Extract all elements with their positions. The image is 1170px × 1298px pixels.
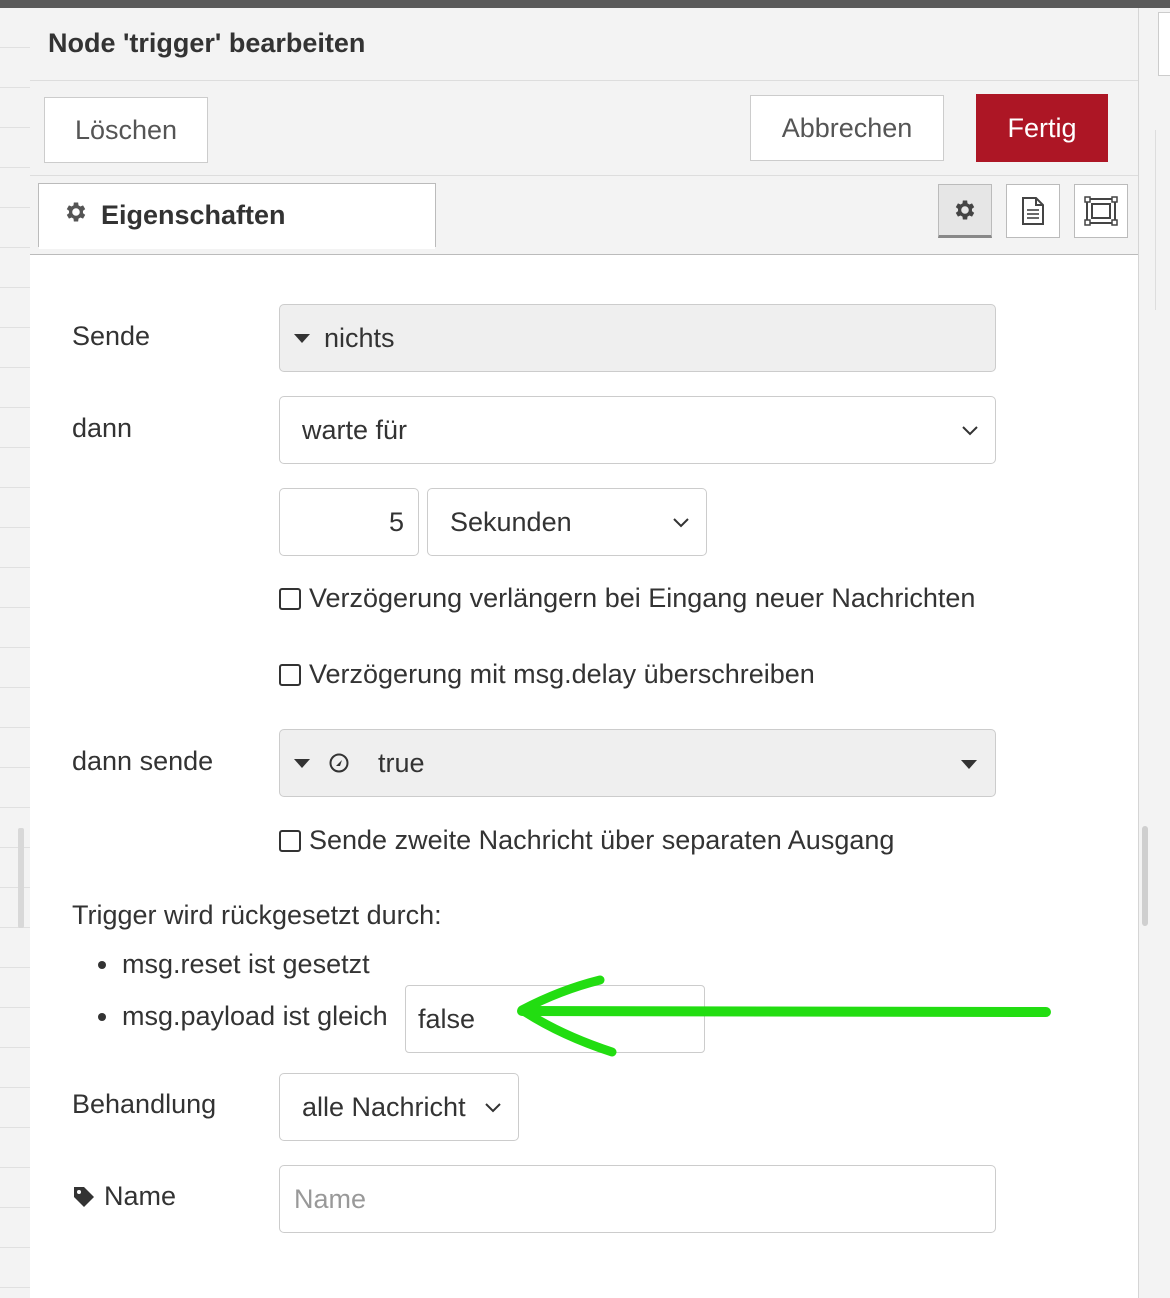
bullet: [98, 1012, 106, 1021]
extend-delay-option: Verzögerung verlängern bei Eingang neuer…: [279, 583, 975, 614]
caret-down-icon: [294, 758, 310, 768]
handling-label: Behandlung: [72, 1089, 217, 1119]
reset-heading: Trigger wird rückgesetzt durch:: [72, 900, 442, 930]
tag-icon: [74, 1186, 94, 1207]
sidebar-divider: [1155, 130, 1156, 310]
duration-unit-select[interactable]: Sekunden: [427, 488, 707, 556]
description-tab-button[interactable]: [1006, 184, 1060, 238]
window-top-bar: [0, 0, 1170, 8]
gear-icon: [63, 199, 89, 232]
send-value: nichts: [324, 322, 395, 353]
send-label: Sende: [72, 321, 151, 351]
override-delay-option: Verzögerung mit msg.delay überschreiben: [279, 659, 815, 690]
caret-down-icon: [961, 760, 977, 769]
sidebar-scrollbar[interactable]: [1142, 826, 1148, 926]
delete-button[interactable]: Löschen: [44, 97, 208, 163]
caret-down-icon: [294, 333, 310, 343]
then-select[interactable]: warte für: [279, 396, 996, 464]
done-button[interactable]: Fertig: [976, 94, 1108, 162]
reset-payload-value: false: [418, 1003, 476, 1034]
chevron-down-icon: [484, 1099, 502, 1115]
dialog-title: Node 'trigger' bearbeiten: [48, 28, 366, 58]
document-icon: [1022, 197, 1044, 225]
handling-value: alle Nachricht: [302, 1091, 466, 1122]
chevron-down-icon: [962, 426, 978, 436]
duration-unit-value: Sekunden: [450, 506, 572, 537]
dialog-toolbar: Löschen Abbrechen Fertig: [30, 81, 1138, 176]
name-label: Name: [104, 1181, 177, 1211]
resize-handle[interactable]: [18, 828, 24, 928]
override-delay-label: Verzögerung mit msg.delay überschreiben: [309, 659, 815, 689]
tab-label: Eigenschaften: [101, 200, 286, 230]
cancel-button[interactable]: Abbrechen: [750, 95, 944, 161]
workspace-left-edge: [0, 8, 31, 1298]
settings-tab-button[interactable]: [938, 184, 992, 238]
bullet: [98, 960, 106, 969]
then-send-value: true: [378, 747, 425, 778]
then-label: dann: [72, 413, 133, 443]
properties-form: Sende nichts dann warte für 5 Sekunden V…: [30, 255, 1138, 1298]
then-send-typed-input[interactable]: true: [279, 729, 996, 797]
gear-icon: [955, 200, 975, 220]
duration-input[interactable]: 5: [279, 488, 419, 556]
dialog-header: Node 'trigger' bearbeiten: [30, 8, 1138, 81]
list-item: msg.reset ist gesetzt: [98, 949, 370, 980]
chevron-down-icon: [673, 518, 689, 528]
sidebar-tab[interactable]: [1158, 12, 1170, 76]
reset-item-label: msg.payload ist gleich: [122, 1001, 388, 1031]
handling-select[interactable]: alle Nachricht: [279, 1073, 519, 1141]
dialog-tabs: Eigenschaften: [30, 176, 1138, 255]
boolean-icon: [329, 753, 349, 773]
duration-value: 5: [388, 506, 404, 537]
reset-payload-input[interactable]: false: [405, 985, 705, 1053]
appearance-tab-button[interactable]: [1074, 184, 1128, 238]
then-value: warte für: [302, 414, 408, 445]
layout-icon: [1084, 196, 1118, 226]
second-output-checkbox[interactable]: [279, 829, 301, 852]
reset-item-label: msg.reset ist gesetzt: [122, 949, 370, 979]
name-input[interactable]: Name: [279, 1165, 996, 1233]
sidebar-right-edge: [1138, 8, 1170, 1298]
send-select[interactable]: nichts: [279, 304, 996, 372]
tab-properties[interactable]: Eigenschaften: [38, 183, 436, 249]
name-label-group: Name: [72, 1181, 176, 1212]
second-output-option: Sende zweite Nachricht über separaten Au…: [279, 825, 894, 856]
extend-delay-label: Verzögerung verlängern bei Eingang neuer…: [309, 583, 976, 613]
override-delay-checkbox[interactable]: [279, 663, 301, 686]
extend-delay-checkbox[interactable]: [279, 587, 301, 610]
second-output-label: Sende zweite Nachricht über separaten Au…: [309, 825, 895, 855]
list-item: msg.payload ist gleich: [98, 1001, 388, 1032]
edit-dialog: Node 'trigger' bearbeiten Löschen Abbrec…: [30, 8, 1138, 1298]
then-send-label: dann sende: [72, 746, 214, 776]
name-placeholder: Name: [294, 1183, 367, 1214]
